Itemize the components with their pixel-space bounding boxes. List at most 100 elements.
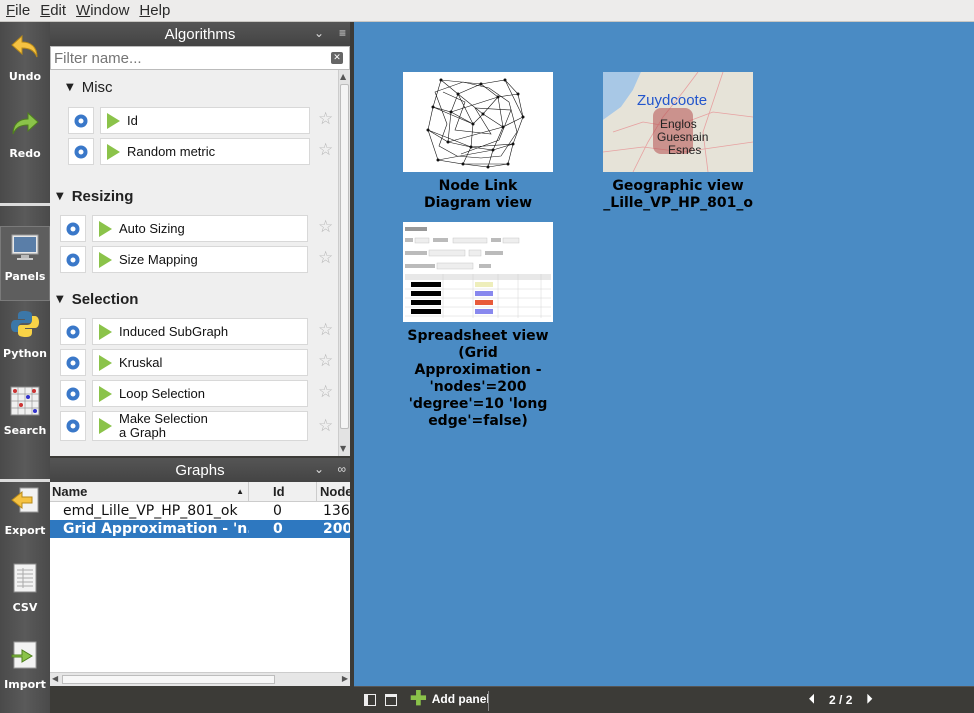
- view-card-node-link[interactable]: Node Link Diagram view (Grid Approximati…: [403, 72, 553, 212]
- run-algorithm-button[interactable]: Random metric: [100, 138, 310, 165]
- graphs-header: Graphs ⌄ ∞: [50, 458, 350, 482]
- run-algorithm-button[interactable]: Induced SubGraph: [92, 318, 308, 345]
- scroll-down-icon[interactable]: ▼: [340, 444, 346, 453]
- expand-triangle-icon: ▼: [56, 293, 64, 305]
- column-name[interactable]: Name ▲: [50, 482, 249, 501]
- statusbar-divider: [488, 691, 489, 711]
- import-button[interactable]: Import: [0, 634, 50, 709]
- gear-icon[interactable]: [60, 349, 86, 376]
- algo-row-loop-selection: Loop Selection: [60, 380, 308, 407]
- map-label: Esnes: [668, 143, 702, 157]
- export-button[interactable]: Export: [0, 480, 50, 555]
- run-algorithm-button[interactable]: Size Mapping: [92, 246, 308, 273]
- collapse-chevron-icon[interactable]: ⌄: [314, 462, 324, 476]
- scrollbar-thumb[interactable]: [62, 675, 275, 684]
- graph-id: 0: [273, 521, 283, 537]
- scroll-up-icon[interactable]: ▲: [340, 72, 346, 81]
- search-button[interactable]: Search: [0, 380, 50, 455]
- sidebar-toggle-icon[interactable]: [364, 694, 376, 706]
- graph-nodes: 1364: [323, 503, 350, 519]
- favorite-star-icon[interactable]: ☆: [318, 320, 333, 340]
- category-resizing[interactable]: ▼ Resizing: [56, 186, 338, 206]
- favorite-star-icon[interactable]: ☆: [318, 351, 333, 371]
- algo-row-kruskal: Kruskal: [60, 349, 308, 376]
- add-panel-button[interactable]: ✚ Add panel: [410, 689, 490, 709]
- window-icon[interactable]: [385, 694, 397, 706]
- algorithm-label: Induced SubGraph: [119, 323, 229, 339]
- next-page-icon[interactable]: ⏵: [866, 692, 872, 707]
- gear-icon[interactable]: [60, 215, 86, 242]
- toolbar-separator: [0, 203, 50, 206]
- menu-help[interactable]: Help: [133, 2, 174, 19]
- graphs-hscrollbar[interactable]: ◀ ▶: [50, 672, 350, 686]
- csv-button[interactable]: CSV: [0, 557, 50, 632]
- column-nodes[interactable]: Node: [317, 482, 350, 501]
- category-selection[interactable]: ▼ Selection: [56, 289, 338, 309]
- panels-button[interactable]: Panels: [0, 226, 50, 301]
- scrollbar-thumb[interactable]: [340, 84, 349, 429]
- pager: ⏴ 2 / 2 ⏵: [809, 692, 872, 707]
- clear-filter-icon[interactable]: ✕: [331, 52, 343, 64]
- run-algorithm-button[interactable]: Auto Sizing: [92, 215, 308, 242]
- filter-input[interactable]: [51, 49, 321, 67]
- gear-icon[interactable]: [60, 246, 86, 273]
- category-misc[interactable]: ▼ Misc: [66, 77, 338, 97]
- table-row-selected[interactable]: Grid Approximation - 'n... 0 200: [50, 520, 350, 538]
- graphs-table: Name ▲ Id Node emd_Lille_VP_HP_801_ok 0 1…: [50, 482, 350, 538]
- algorithm-scrollbar[interactable]: ▲ ▼: [338, 70, 350, 456]
- geographic-map-thumbnail: Zuydcoote Englos Guesnain Esnes: [603, 72, 753, 172]
- run-algorithm-button[interactable]: Kruskal: [92, 349, 308, 376]
- import-label: Import: [4, 678, 46, 691]
- gear-icon[interactable]: [60, 411, 86, 441]
- link-icon[interactable]: ∞: [337, 462, 346, 476]
- monitor-icon: [10, 232, 40, 262]
- menu-edit[interactable]: Edit: [34, 2, 70, 19]
- favorite-star-icon[interactable]: ☆: [318, 140, 333, 160]
- node-link-thumbnail: [403, 72, 553, 172]
- map-label: Zuydcoote: [637, 92, 708, 109]
- undo-button[interactable]: Undo: [0, 26, 50, 101]
- scroll-left-icon[interactable]: ◀: [52, 674, 58, 683]
- favorite-star-icon[interactable]: ☆: [318, 382, 333, 402]
- favorite-star-icon[interactable]: ☆: [318, 416, 333, 436]
- table-header: Name ▲ Id Node: [50, 482, 350, 502]
- expand-triangle-icon: ▼: [66, 81, 74, 93]
- run-algorithm-button[interactable]: Make Selection a Graph: [92, 411, 308, 441]
- favorite-star-icon[interactable]: ☆: [318, 109, 333, 129]
- previous-page-icon[interactable]: ⏴: [809, 692, 815, 707]
- play-icon: [99, 354, 112, 371]
- play-icon: [107, 112, 120, 129]
- algorithms-header: Algorithms ⌄ ≡: [50, 22, 350, 46]
- run-algorithm-button[interactable]: Id: [100, 107, 310, 134]
- menubar: File Edit Window Help: [0, 0, 974, 22]
- redo-button[interactable]: Redo: [0, 103, 50, 178]
- csv-document-icon: [10, 563, 40, 593]
- graphs-panel: Graphs ⌄ ∞ Name ▲ Id Node emd_Lille_VP_HP…: [50, 458, 350, 686]
- panel-options-icon[interactable]: ≡: [339, 26, 346, 40]
- collapse-chevron-icon[interactable]: ⌄: [314, 26, 324, 40]
- scroll-right-icon[interactable]: ▶: [342, 674, 348, 683]
- csv-label: CSV: [12, 601, 38, 614]
- favorite-star-icon[interactable]: ☆: [318, 217, 333, 237]
- column-label: Name: [52, 484, 88, 499]
- gear-icon[interactable]: [68, 138, 94, 165]
- column-id[interactable]: Id: [249, 482, 317, 501]
- table-row[interactable]: emd_Lille_VP_HP_801_ok 0 1364: [50, 502, 350, 520]
- menu-file[interactable]: File: [0, 2, 34, 19]
- spreadsheet-thumbnail: [403, 222, 553, 322]
- favorite-star-icon[interactable]: ☆: [318, 248, 333, 268]
- view-card-geographic[interactable]: Zuydcoote Englos Guesnain Esnes Geograph…: [603, 72, 753, 212]
- gear-icon[interactable]: [60, 318, 86, 345]
- column-label: Id: [273, 484, 285, 499]
- play-icon: [99, 323, 112, 340]
- workspace: Node Link Diagram view (Grid Approximati…: [354, 22, 974, 686]
- python-button[interactable]: Python: [0, 303, 50, 378]
- algorithm-label: Kruskal: [119, 354, 163, 370]
- import-arrow-icon: [10, 640, 40, 670]
- gear-icon[interactable]: [60, 380, 86, 407]
- gear-icon[interactable]: [68, 107, 94, 134]
- run-algorithm-button[interactable]: Loop Selection: [92, 380, 308, 407]
- algo-row-induced-subgraph: Induced SubGraph: [60, 318, 308, 345]
- view-card-spreadsheet[interactable]: Spreadsheet view (Grid Approximation - '…: [403, 222, 553, 430]
- menu-window[interactable]: Window: [70, 2, 133, 19]
